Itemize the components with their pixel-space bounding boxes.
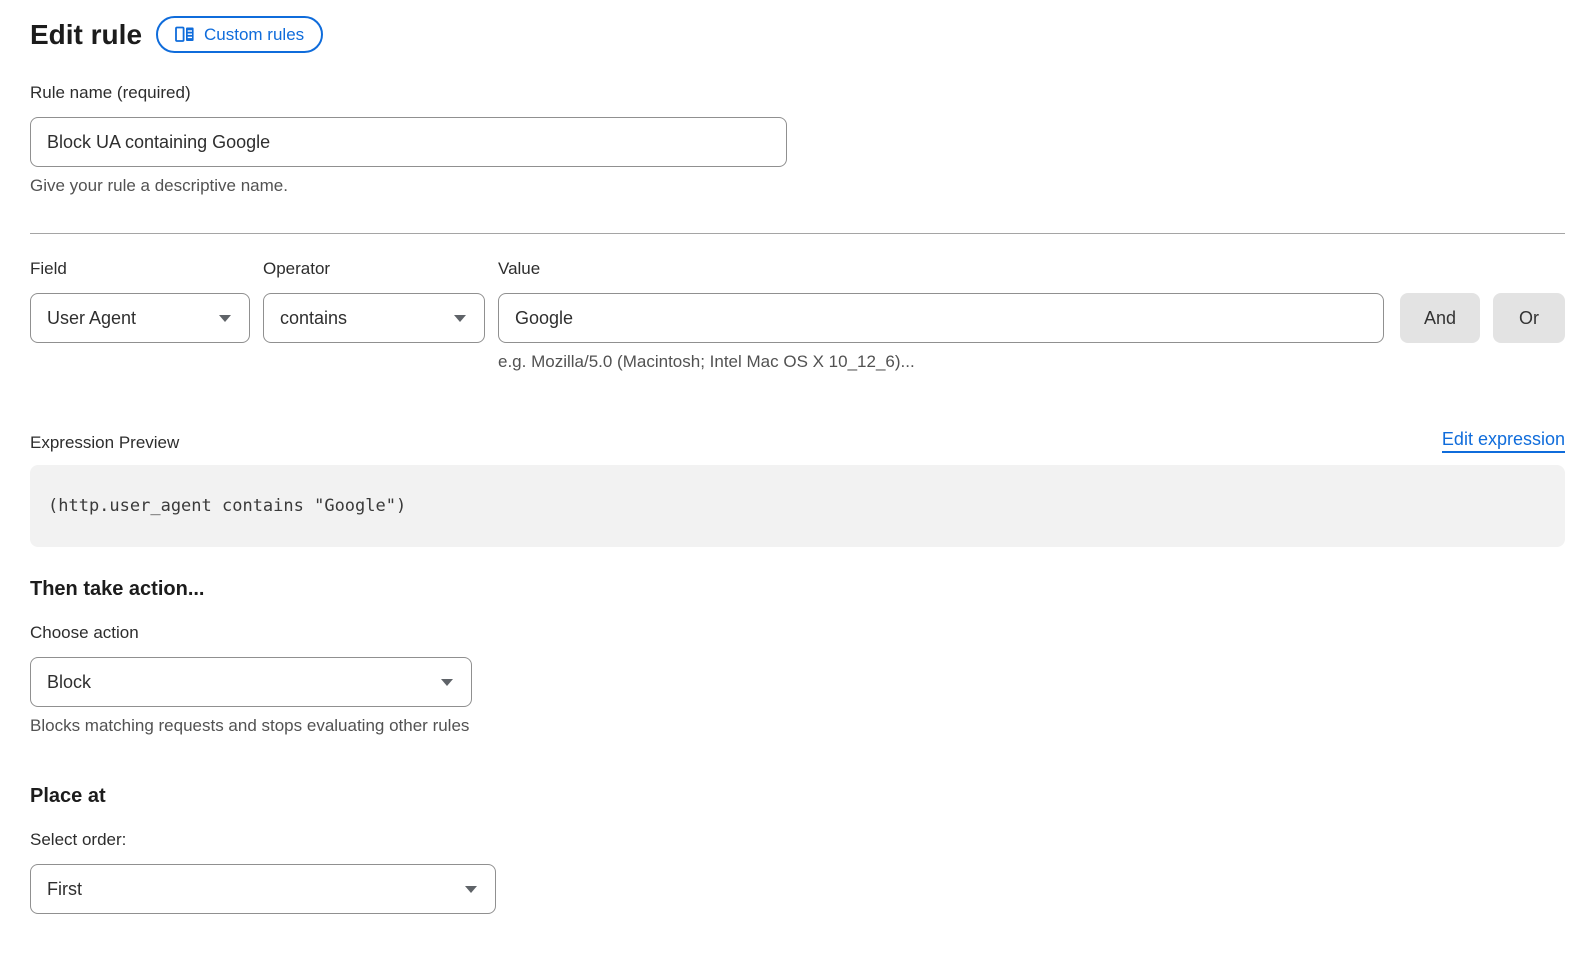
custom-rules-docs-button[interactable]: Custom rules bbox=[156, 16, 323, 53]
section-divider bbox=[30, 233, 1565, 234]
expression-preview-code: (http.user_agent contains "Google") bbox=[30, 465, 1565, 547]
or-button[interactable]: Or bbox=[1493, 293, 1565, 343]
chevron-down-icon bbox=[441, 679, 453, 686]
operator-column: Operator contains bbox=[263, 259, 485, 372]
action-heading: Then take action... bbox=[30, 578, 1565, 601]
expression-builder-row: Field User Agent Operator contains Value… bbox=[30, 259, 1565, 372]
order-select-value: First bbox=[47, 879, 82, 900]
action-select-value: Block bbox=[47, 672, 91, 693]
operator-select[interactable]: contains bbox=[263, 293, 485, 343]
expression-preview-label: Expression Preview bbox=[30, 432, 179, 453]
rule-name-input[interactable] bbox=[30, 117, 787, 167]
field-column: Field User Agent bbox=[30, 259, 250, 372]
expression-preview-section: Expression Preview Edit expression (http… bbox=[30, 428, 1565, 547]
conjunction-buttons: And Or bbox=[1400, 259, 1565, 372]
action-section: Then take action... Choose action Block … bbox=[30, 578, 1565, 736]
value-column: Value e.g. Mozilla/5.0 (Macintosh; Intel… bbox=[498, 259, 1384, 372]
field-select[interactable]: User Agent bbox=[30, 293, 250, 343]
action-select[interactable]: Block bbox=[30, 657, 472, 707]
select-order-label: Select order: bbox=[30, 830, 1565, 850]
operator-label: Operator bbox=[263, 259, 485, 279]
chevron-down-icon bbox=[465, 886, 477, 893]
value-helper: e.g. Mozilla/5.0 (Macintosh; Intel Mac O… bbox=[498, 351, 1384, 372]
value-label: Value bbox=[498, 259, 1384, 279]
edit-rule-page: Edit rule Custom rules Rule name (requir… bbox=[30, 16, 1565, 914]
place-at-heading: Place at bbox=[30, 785, 1565, 808]
edit-expression-link[interactable]: Edit expression bbox=[1442, 428, 1565, 453]
action-helper: Blocks matching requests and stops evalu… bbox=[30, 715, 1565, 736]
rule-name-helper: Give your rule a descriptive name. bbox=[30, 175, 1565, 196]
field-select-value: User Agent bbox=[47, 308, 136, 329]
chevron-down-icon bbox=[219, 315, 231, 322]
chevron-down-icon bbox=[454, 315, 466, 322]
and-button[interactable]: And bbox=[1400, 293, 1480, 343]
value-input[interactable] bbox=[498, 293, 1384, 343]
page-header: Edit rule Custom rules bbox=[30, 16, 1565, 53]
rule-name-section: Rule name (required) Give your rule a de… bbox=[30, 83, 1565, 196]
expression-preview-header: Expression Preview Edit expression bbox=[30, 428, 1565, 453]
field-label: Field bbox=[30, 259, 250, 279]
page-title: Edit rule bbox=[30, 19, 142, 51]
rule-name-label: Rule name (required) bbox=[30, 83, 1565, 103]
placement-section: Place at Select order: First bbox=[30, 785, 1565, 914]
open-book-icon bbox=[175, 26, 195, 43]
operator-select-value: contains bbox=[280, 308, 347, 329]
custom-rules-button-label: Custom rules bbox=[204, 26, 304, 43]
choose-action-label: Choose action bbox=[30, 623, 1565, 643]
order-select[interactable]: First bbox=[30, 864, 496, 914]
